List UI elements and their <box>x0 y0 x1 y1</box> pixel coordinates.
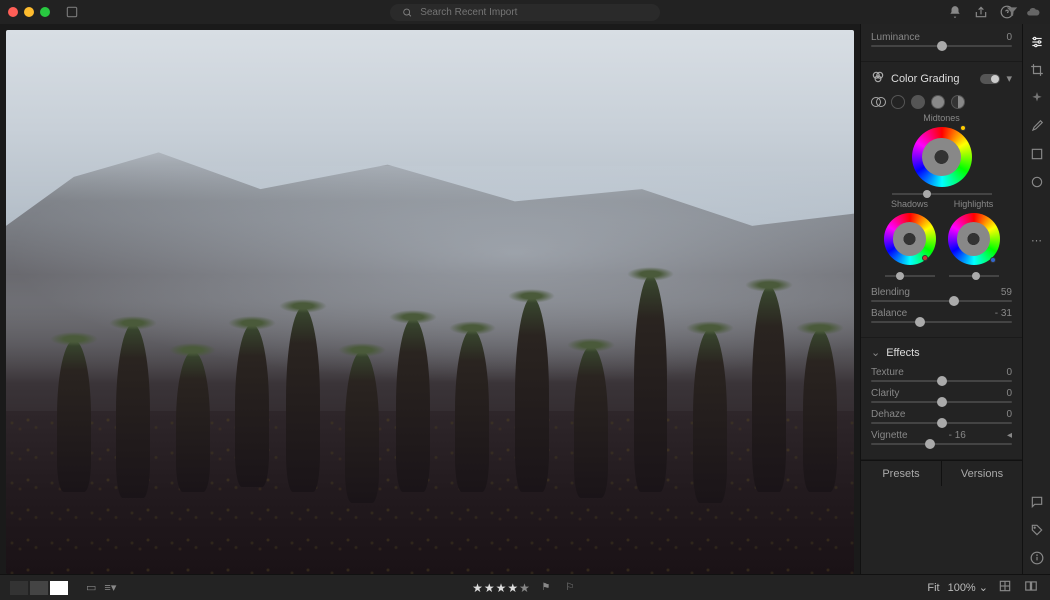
color-grading-icon <box>871 70 885 87</box>
zoom-level[interactable]: 100% ⌄ <box>948 581 988 594</box>
shadows-color-wheel[interactable] <box>884 213 936 265</box>
balance-slider[interactable]: Balance - 31 <box>871 308 1012 323</box>
info-icon[interactable] <box>1023 546 1050 570</box>
color-grading-toggle[interactable] <box>980 74 1000 84</box>
blending-slider[interactable]: Blending 59 <box>871 287 1012 302</box>
versions-button[interactable]: Versions <box>942 461 1022 486</box>
vignette-label: Vignette <box>871 430 908 441</box>
effects-title: Effects <box>886 347 919 359</box>
share-icon[interactable] <box>970 1 992 23</box>
healing-brush-icon[interactable] <box>1023 86 1050 110</box>
maximize-window-button[interactable] <box>40 7 50 17</box>
more-tools-icon[interactable]: ⋯ <box>1023 229 1050 253</box>
detail-view-button[interactable] <box>50 581 68 595</box>
luminance-label: Luminance <box>871 32 920 43</box>
grid-overlay-icon[interactable] <box>996 579 1014 596</box>
tag-icon[interactable] <box>1023 518 1050 542</box>
edit-panel: Luminance 0 Color Grading ▾ Midtones <box>860 24 1022 574</box>
cloud-sync-icon[interactable] <box>1022 1 1044 23</box>
texture-slider[interactable]: Texture 0 <box>871 367 1012 382</box>
highlights-luminance-slider[interactable] <box>949 275 999 277</box>
search-icon <box>402 7 412 18</box>
home-icon[interactable] <box>60 0 84 24</box>
grid-view-button[interactable] <box>10 581 28 595</box>
bottom-toolbar: ▭ ≡▾ ★ ★ ★ ★ ★ ⚑ ⚐ Fit 100% ⌄ <box>0 574 1050 600</box>
brush-icon[interactable] <box>1023 114 1050 138</box>
before-after-icon[interactable] <box>1022 579 1040 596</box>
notification-bell-icon[interactable] <box>944 1 966 23</box>
search-input[interactable] <box>420 7 648 18</box>
blending-value: 59 <box>1001 287 1012 298</box>
image-canvas[interactable] <box>0 24 860 574</box>
shadows-luminance-slider[interactable] <box>885 275 935 277</box>
midtones-color-wheel[interactable] <box>912 127 972 187</box>
star-2[interactable]: ★ <box>484 581 495 595</box>
star-rating[interactable]: ★ ★ ★ ★ ★ <box>472 581 530 595</box>
titlebar <box>0 0 1050 24</box>
crop-icon[interactable] <box>1023 58 1050 82</box>
fit-button[interactable]: Fit <box>927 582 939 594</box>
tool-strip: ⋯ <box>1022 24 1050 574</box>
star-4[interactable]: ★ <box>507 581 518 595</box>
luminance-value: 0 <box>1006 32 1012 43</box>
clarity-label: Clarity <box>871 388 899 399</box>
vignette-value: - 16 <box>949 430 966 441</box>
color-grading-section: Color Grading ▾ Midtones <box>861 62 1022 338</box>
midtones-indicator-dot <box>960 125 966 131</box>
flag-reject-icon[interactable]: ⚐ <box>562 581 578 595</box>
texture-label: Texture <box>871 367 904 378</box>
radial-gradient-icon[interactable] <box>1023 170 1050 194</box>
flag-pick-icon[interactable]: ⚑ <box>538 581 554 595</box>
dehaze-label: Dehaze <box>871 409 905 420</box>
compare-view-button[interactable] <box>30 581 48 595</box>
photo-preview <box>6 30 854 574</box>
clarity-slider[interactable]: Clarity 0 <box>871 388 1012 403</box>
highlights-label: Highlights <box>954 199 994 209</box>
view-mode-group <box>10 581 68 595</box>
search-bar[interactable] <box>390 4 660 21</box>
edit-sliders-icon[interactable] <box>1023 30 1050 54</box>
star-1[interactable]: ★ <box>472 581 483 595</box>
dehaze-slider[interactable]: Dehaze 0 <box>871 409 1012 424</box>
star-3[interactable]: ★ <box>496 581 507 595</box>
luminance-slider[interactable]: Luminance 0 <box>871 32 1012 47</box>
color-grading-title: Color Grading <box>891 73 959 85</box>
preset-bar: Presets Versions <box>861 460 1022 486</box>
chevron-down-icon[interactable]: ⌄ <box>871 346 880 359</box>
chevron-down-icon[interactable]: ▾ <box>1006 72 1012 85</box>
dehaze-value: 0 <box>1006 409 1012 420</box>
close-window-button[interactable] <box>8 7 18 17</box>
clarity-value: 0 <box>1006 388 1012 399</box>
sort-icon[interactable]: ≡▾ <box>104 581 116 594</box>
comment-icon[interactable] <box>1023 490 1050 514</box>
midtones-luminance-slider[interactable] <box>892 193 992 195</box>
shadows-label: Shadows <box>891 199 928 209</box>
balance-value: - 31 <box>995 308 1012 319</box>
presets-button[interactable]: Presets <box>861 461 942 486</box>
effects-section: ⌄ Effects Texture 0 Clarity 0 Dehaze 0 Vign… <box>861 338 1022 460</box>
shadows-view-button[interactable] <box>891 95 905 109</box>
shadows-indicator-dot <box>922 255 928 261</box>
color-grading-view-selector <box>871 95 1012 109</box>
minimize-window-button[interactable] <box>24 7 34 17</box>
highlights-view-button[interactable] <box>931 95 945 109</box>
filter-icon[interactable] <box>1000 0 1024 24</box>
three-way-view-button[interactable] <box>871 95 885 109</box>
window-controls <box>8 7 50 17</box>
vignette-expand-icon[interactable]: ◂ <box>1007 430 1012 441</box>
highlights-indicator-dot <box>990 257 996 263</box>
midtones-label: Midtones <box>871 113 1012 123</box>
filmstrip-toggle-icon[interactable]: ▭ <box>86 581 96 594</box>
midtones-view-button[interactable] <box>911 95 925 109</box>
balance-label: Balance <box>871 308 907 319</box>
global-view-button[interactable] <box>951 95 965 109</box>
linear-gradient-icon[interactable] <box>1023 142 1050 166</box>
star-5[interactable]: ★ <box>519 581 530 595</box>
texture-value: 0 <box>1006 367 1012 378</box>
vignette-slider[interactable]: Vignette - 16 ◂ <box>871 430 1012 445</box>
blending-label: Blending <box>871 287 910 298</box>
